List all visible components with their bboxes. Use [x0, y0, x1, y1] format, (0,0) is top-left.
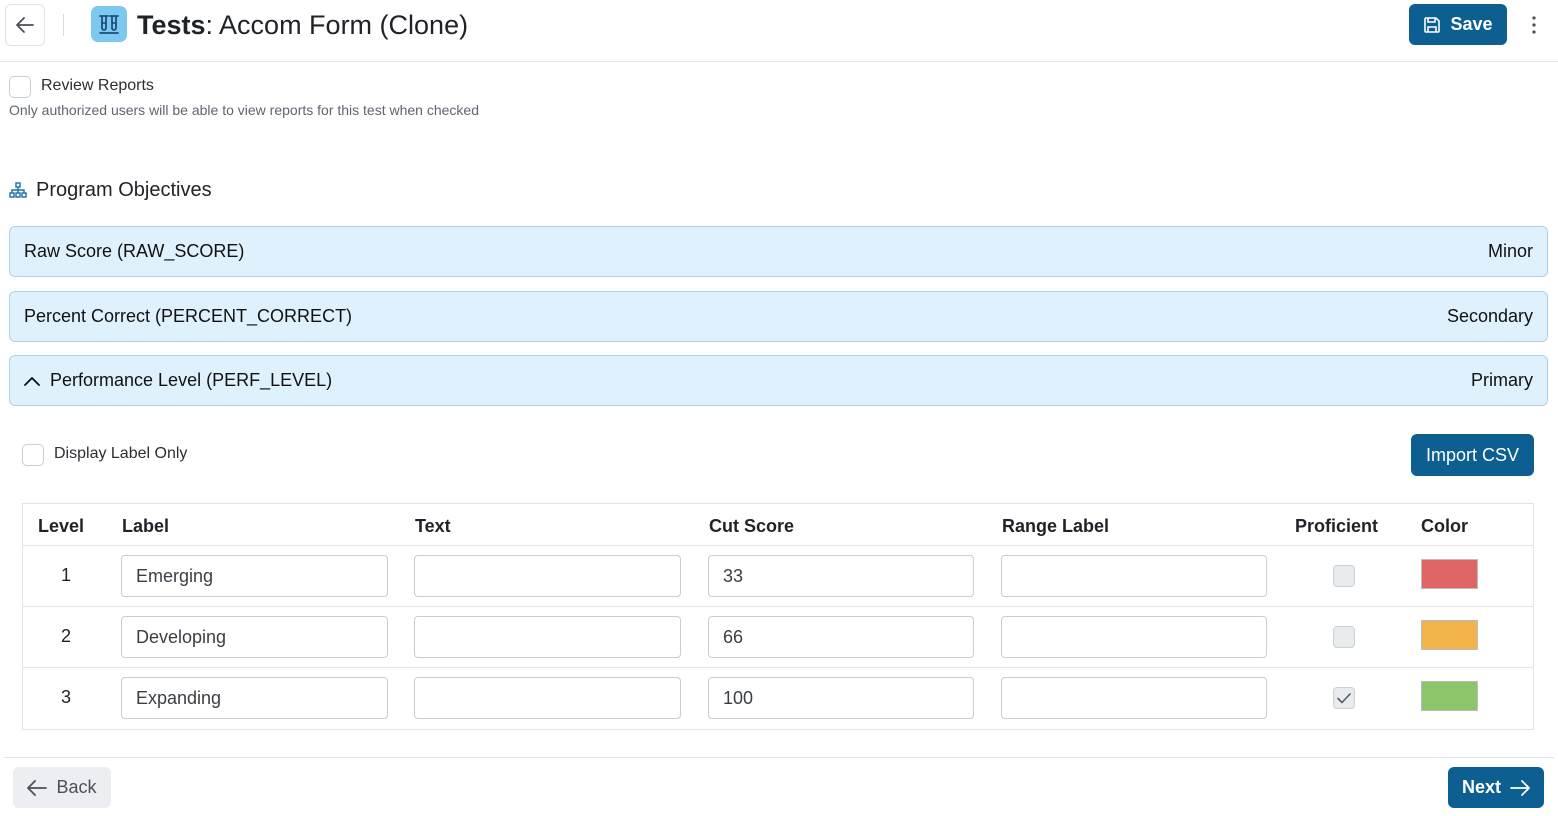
cut-score-input[interactable] [708, 555, 974, 597]
arrow-right-icon [1510, 779, 1530, 796]
back-arrow-button[interactable] [5, 4, 45, 46]
arrow-left-icon [16, 17, 34, 33]
table-row: 2 [23, 606, 1533, 667]
more-options-button[interactable] [1524, 10, 1544, 40]
level-number: 1 [61, 565, 72, 585]
back-button-label: Back [56, 777, 97, 797]
level-label-input[interactable] [121, 555, 388, 597]
page-title-section: Tests [137, 10, 206, 40]
arrow-left-icon [27, 779, 48, 796]
column-header-label: Label [122, 516, 170, 536]
column-header-color: Color [1421, 516, 1468, 536]
level-text-input[interactable] [414, 555, 681, 597]
color-swatch[interactable] [1421, 559, 1478, 589]
review-reports-label: Review Reports [41, 77, 154, 94]
proficient-checkbox[interactable] [1333, 626, 1355, 648]
proficient-checkbox[interactable] [1333, 565, 1355, 587]
column-header-cut-score: Cut Score [709, 516, 795, 536]
objective-row-raw-score[interactable]: Raw Score (RAW_SCORE) Minor [9, 226, 1548, 277]
table-row: 1 [23, 545, 1533, 606]
range-label-input[interactable] [1001, 555, 1267, 597]
objective-name: Performance Level (PERF_LEVEL) [50, 370, 333, 390]
sitemap-icon [9, 182, 27, 198]
save-button-label: Save [1450, 14, 1493, 34]
chevron-up-icon [24, 376, 40, 386]
display-label-only-checkbox[interactable] [22, 444, 44, 466]
level-number: 2 [61, 626, 72, 646]
import-csv-button[interactable]: Import CSV [1411, 434, 1534, 476]
level-label-input[interactable] [121, 677, 388, 719]
color-swatch[interactable] [1421, 620, 1478, 650]
objective-rank: Primary [1471, 370, 1533, 390]
objective-rank: Minor [1487, 241, 1533, 261]
cut-score-input[interactable] [708, 616, 974, 658]
page-header: Tests: Accom Form (Clone) Save [0, 0, 1558, 62]
performance-levels-table: Level Label Text Cut Score Range Label P… [22, 503, 1534, 730]
objective-name: Raw Score (RAW_SCORE) [24, 241, 245, 261]
next-button[interactable]: Next [1448, 767, 1544, 808]
level-label-input[interactable] [121, 616, 388, 658]
column-header-text: Text [415, 516, 451, 536]
floppy-disk-icon [1424, 16, 1441, 33]
level-text-input[interactable] [414, 677, 681, 719]
kebab-menu-icon [1532, 16, 1536, 34]
color-swatch[interactable] [1421, 681, 1478, 711]
display-label-only-label: Display Label Only [54, 445, 188, 462]
page-title: Tests: Accom Form (Clone) [137, 8, 468, 42]
column-header-range-label: Range Label [1002, 516, 1110, 536]
test-tubes-icon [91, 6, 127, 42]
objective-name: Percent Correct (PERCENT_CORRECT) [24, 306, 353, 326]
next-button-label: Next [1461, 777, 1501, 797]
objective-rank: Secondary [1446, 306, 1533, 326]
range-label-input[interactable] [1001, 616, 1267, 658]
back-button[interactable]: Back [13, 767, 111, 808]
level-text-input[interactable] [414, 616, 681, 658]
footer-divider [4, 757, 1554, 758]
column-header-level: Level [38, 516, 85, 536]
objective-row-percent-correct[interactable]: Percent Correct (PERCENT_CORRECT) Second… [9, 291, 1548, 342]
table-row: 3 [23, 667, 1533, 728]
cut-score-input[interactable] [708, 677, 974, 719]
objective-row-performance-level[interactable]: Performance Level (PERF_LEVEL) Primary [9, 355, 1548, 406]
page-title-name: : Accom Form (Clone) [205, 10, 469, 40]
section-title: Program Objectives [36, 179, 212, 201]
review-reports-checkbox[interactable] [9, 76, 31, 98]
column-header-proficient: Proficient [1295, 516, 1379, 536]
level-number: 3 [61, 687, 72, 707]
range-label-input[interactable] [1001, 677, 1267, 719]
proficient-checkbox[interactable] [1333, 687, 1355, 709]
review-reports-help-text: Only authorized users will be able to vi… [9, 102, 480, 118]
checkmark-icon [1337, 692, 1351, 703]
header-divider [63, 14, 64, 36]
save-button[interactable]: Save [1409, 4, 1507, 45]
